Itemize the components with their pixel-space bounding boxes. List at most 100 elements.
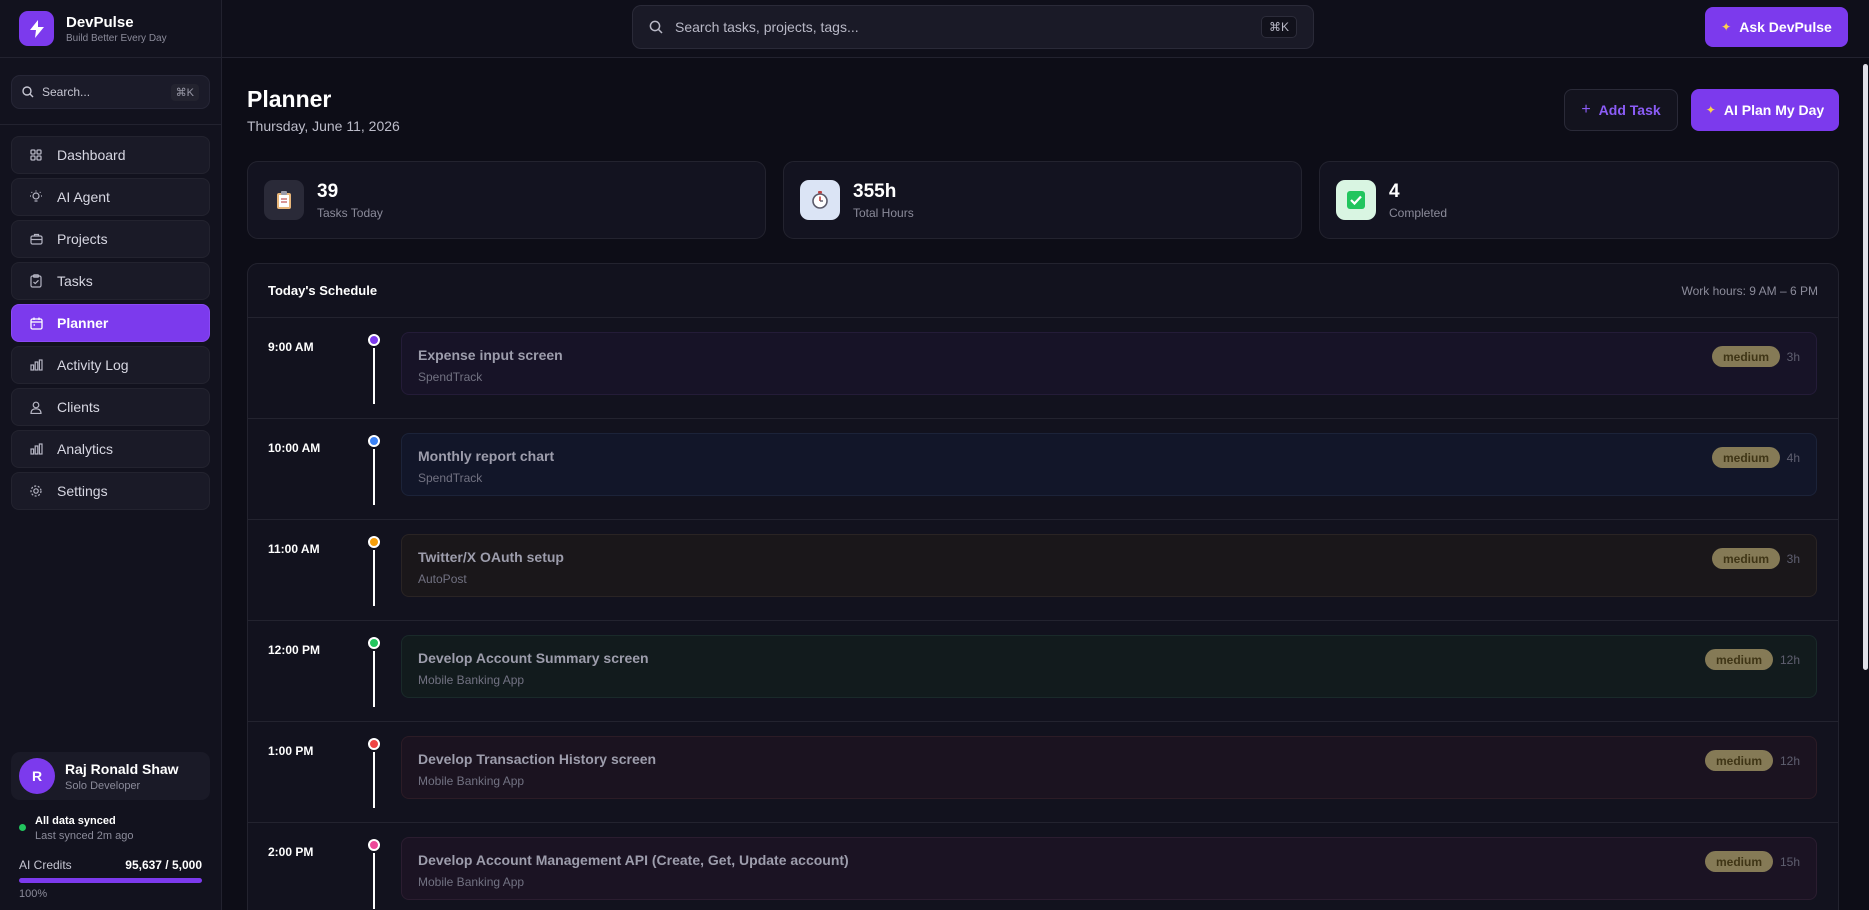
task-title: Monthly report chart (418, 448, 555, 464)
task-project: Mobile Banking App (418, 673, 525, 687)
plus-icon: + (1581, 101, 1591, 118)
global-search-input[interactable]: Search tasks, projects, tags... ⌘K (632, 5, 1314, 49)
sidebar-item-analytics[interactable]: Analytics (11, 430, 210, 468)
schedule-row: 10:00 AM Monthly report chart SpendTrack… (248, 419, 1838, 520)
sidebar: DevPulse Build Better Every Day Search..… (0, 0, 222, 910)
sidebar-item-projects[interactable]: Projects (11, 220, 210, 258)
timeline-line (373, 651, 375, 707)
priority-badge: medium (1704, 851, 1773, 872)
task-project: Mobile Banking App (418, 774, 525, 788)
global-search-placeholder: Search tasks, projects, tags... (675, 19, 859, 35)
priority-badge: medium (1711, 548, 1780, 569)
gear-icon (27, 484, 45, 498)
stat-value: 355h (853, 180, 897, 202)
timeline-line (373, 853, 375, 909)
add-task-button[interactable]: + Add Task (1564, 89, 1678, 131)
stat-card-completed: 4 Completed (1319, 161, 1839, 239)
sidebar-item-label: Settings (57, 483, 108, 499)
sidebar-item-label: Planner (57, 315, 109, 331)
ai-plan-label: AI Plan My Day (1723, 102, 1825, 118)
scrollbar-thumb[interactable] (1863, 64, 1868, 670)
calendar-icon (27, 317, 45, 330)
priority-badge: medium (1711, 447, 1780, 468)
task-card[interactable]: Develop Account Summary screen Mobile Ba… (401, 635, 1817, 698)
credits-label: AI Credits (19, 858, 72, 872)
row-time: 1:00 PM (268, 744, 314, 758)
sidebar-search-placeholder: Search... (42, 85, 91, 99)
bar-chart-icon (27, 443, 45, 455)
sidebar-item-planner[interactable]: Planner (11, 304, 210, 342)
user-card[interactable]: R Raj Ronald Shaw Solo Developer (11, 752, 210, 800)
task-project: SpendTrack (418, 471, 483, 485)
task-card[interactable]: Develop Account Management API (Create, … (401, 837, 1817, 900)
search-icon (22, 86, 34, 98)
credits-value: 95,637 / 5,000 (125, 858, 202, 872)
timeline-line (373, 449, 375, 505)
task-title: Twitter/X OAuth setup (418, 549, 564, 565)
sidebar-item-clients[interactable]: Clients (11, 388, 210, 426)
sidebar-item-label: Tasks (57, 273, 93, 289)
credits-percent: 100% (19, 888, 48, 900)
brand[interactable]: DevPulse Build Better Every Day (0, 0, 221, 58)
stat-value: 4 (1389, 180, 1400, 202)
row-time: 10:00 AM (268, 441, 321, 455)
sidebar-item-label: Projects (57, 231, 108, 247)
briefcase-icon (27, 233, 45, 245)
todays-schedule: Today's Schedule Work hours: 9 AM – 6 PM… (247, 263, 1839, 910)
ai-plan-my-day-button[interactable]: ✦ AI Plan My Day (1691, 89, 1839, 131)
stat-card-tasks-today: 39 Tasks Today (247, 161, 766, 239)
task-duration: 4h (1786, 451, 1800, 465)
priority-badge: medium (1711, 346, 1780, 367)
schedule-row: 1:00 PM Develop Transaction History scre… (248, 722, 1838, 823)
stat-card-total-hours: 355h Total Hours (783, 161, 1302, 239)
stat-label: Total Hours (853, 205, 914, 220)
credits-progress-bar (19, 878, 202, 883)
task-duration: 12h (1779, 754, 1800, 768)
priority-badge: medium (1704, 750, 1773, 771)
task-card[interactable]: Monthly report chart SpendTrack medium 4… (401, 433, 1817, 496)
task-project: AutoPost (418, 572, 467, 586)
task-title: Develop Account Summary screen (418, 650, 649, 666)
sidebar-item-label: Activity Log (57, 357, 129, 373)
schedule-row: 2:00 PM Develop Account Management API (… (248, 823, 1838, 910)
row-time: 12:00 PM (268, 643, 321, 657)
row-time: 11:00 AM (268, 542, 320, 556)
sync-status: All data synced Last synced 2m ago (19, 815, 133, 842)
schedule-row: 9:00 AM Expense input screen SpendTrack … (248, 318, 1838, 419)
timeline-dot-icon (368, 738, 380, 750)
sync-subtitle: Last synced 2m ago (35, 830, 134, 842)
sidebar-item-label: Analytics (57, 441, 114, 457)
page-date: Thursday, June 11, 2026 (247, 118, 400, 134)
sidebar-item-dashboard[interactable]: Dashboard (11, 136, 210, 174)
sidebar-item-label: Clients (57, 399, 100, 415)
task-card[interactable]: Twitter/X OAuth setup AutoPost medium 3h (401, 534, 1817, 597)
task-duration: 3h (1786, 552, 1800, 566)
timeline-dot-icon (368, 435, 380, 447)
sync-title: All data synced (35, 815, 116, 827)
ask-devpulse-button[interactable]: ✦ Ask DevPulse (1705, 7, 1848, 47)
timeline-line (373, 752, 375, 808)
sidebar-search[interactable]: Search... ⌘K (11, 75, 210, 109)
timeline-dot-icon (368, 536, 380, 548)
schedule-row: 11:00 AM Twitter/X OAuth setup AutoPost … (248, 520, 1838, 621)
sparkle-icon: ✦ (1705, 103, 1716, 117)
add-task-label: Add Task (1598, 102, 1661, 118)
brand-tagline: Build Better Every Day (66, 32, 167, 44)
bar-chart-icon (27, 359, 45, 371)
ask-devpulse-label: Ask DevPulse (1739, 19, 1832, 35)
search-shortcut: ⌘K (1260, 16, 1297, 38)
sidebar-item-tasks[interactable]: Tasks (11, 262, 210, 300)
sparkle-icon: ✦ (1721, 20, 1732, 34)
task-card[interactable]: Develop Transaction History screen Mobil… (401, 736, 1817, 799)
sidebar-item-ai-agent[interactable]: AI Agent (11, 178, 210, 216)
avatar: R (19, 758, 55, 794)
task-duration: 12h (1779, 653, 1800, 667)
task-card[interactable]: Expense input screen SpendTrack medium 3… (401, 332, 1817, 395)
brand-name: DevPulse (66, 13, 134, 31)
sidebar-item-activity-log[interactable]: Activity Log (11, 346, 210, 384)
sidebar-item-label: AI Agent (57, 189, 110, 205)
sidebar-nav: Dashboard AI Agent Projects Tasks Planne… (0, 125, 221, 510)
sidebar-item-settings[interactable]: Settings (11, 472, 210, 510)
timeline-line (373, 550, 375, 606)
row-time: 2:00 PM (268, 845, 314, 859)
